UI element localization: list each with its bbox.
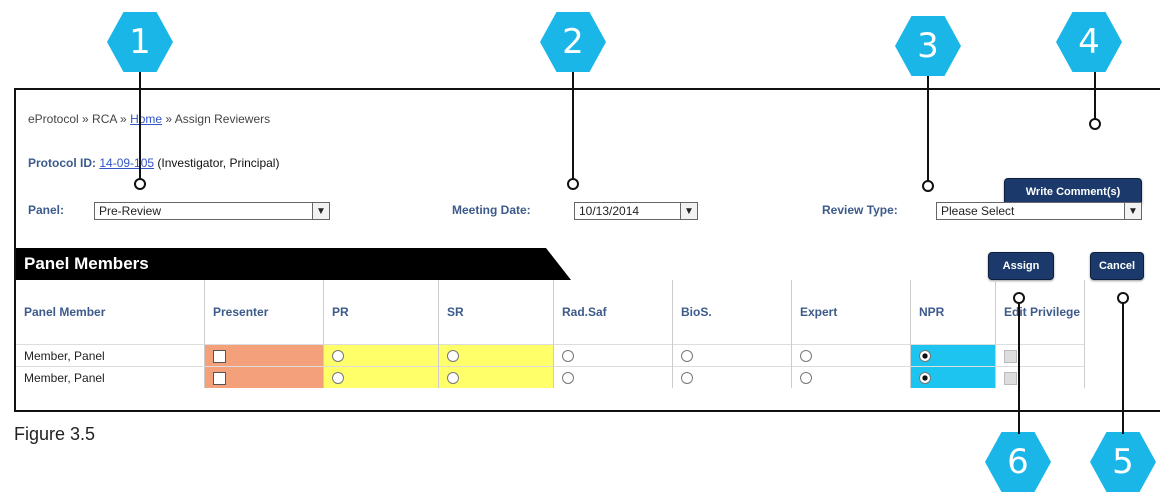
review-type-select[interactable]: Please Select ▼ [936,202,1142,220]
callout-1: 1 [107,12,173,72]
col-npr: NPR [910,280,996,345]
col-bios: BioS. [672,280,792,345]
col-panel-member: Panel Member [16,280,205,345]
panel-members-header: Panel Members [16,248,571,280]
pr-radio[interactable] [332,372,344,385]
expert-radio[interactable] [800,372,812,385]
bios-radio[interactable] [681,350,693,363]
chevron-down-icon: ▼ [312,203,329,219]
bios-radio[interactable] [681,372,693,385]
pr-radio[interactable] [332,350,344,363]
callout-1-line [139,72,141,184]
callout-4-dot [1089,118,1101,130]
callout-5-line [1122,302,1124,434]
chevron-down-icon: ▼ [680,203,697,219]
callout-2-dot [567,178,579,190]
radsaf-radio[interactable] [562,372,574,385]
radsaf-radio[interactable] [562,350,574,363]
cancel-button[interactable]: Cancel [1090,252,1144,280]
callout-3-line [927,76,929,186]
breadcrumb: eProtocol » RCA » Home » Assign Reviewer… [28,112,271,126]
assign-button[interactable]: Assign [988,252,1054,280]
col-presenter: Presenter [204,280,324,345]
presenter-checkbox[interactable] [213,349,226,363]
callout-6: 6 [985,432,1051,492]
col-pr: PR [323,280,439,345]
sr-radio[interactable] [447,372,459,385]
screenshot-frame: eProtocol » RCA » Home » Assign Reviewer… [14,88,1160,412]
callout-1-dot [134,178,146,190]
member-name: Member, Panel [16,366,205,388]
callout-4-line [1094,72,1096,122]
sr-radio[interactable] [447,350,459,363]
presenter-checkbox[interactable] [213,371,226,385]
callout-2: 2 [540,12,606,72]
panel-label: Panel: [28,203,65,217]
breadcrumb-home-link[interactable]: Home [130,112,162,126]
chevron-down-icon: ▼ [1124,203,1141,219]
col-radsaf: Rad.Saf [553,280,673,345]
edit-privilege-checkbox [1004,371,1017,385]
member-name: Member, Panel [16,344,205,367]
npr-radio[interactable] [919,372,931,385]
table-row: Member, Panel [16,366,1085,388]
callout-3-dot [922,180,934,192]
callout-2-line [572,72,574,184]
protocol-id-link[interactable]: 14-09-105 [99,156,154,170]
edit-privilege-checkbox [1004,349,1017,363]
table-header-row: Panel Member Presenter PR SR Rad.Saf Bio… [16,280,1085,345]
review-type-label: Review Type: [822,203,898,217]
panel-members-table: Panel Member Presenter PR SR Rad.Saf Bio… [16,280,1085,388]
col-edit-privilege: Edit Privilege [995,280,1085,345]
meeting-date-select[interactable]: 10/13/2014 ▼ [574,202,698,220]
col-sr: SR [438,280,554,345]
meeting-date-label: Meeting Date: [452,203,531,217]
npr-radio[interactable] [919,350,931,363]
table-row: Member, Panel [16,344,1085,367]
callout-6-dot [1013,292,1025,304]
callout-4: 4 [1056,12,1122,72]
expert-radio[interactable] [800,350,812,363]
protocol-id: Protocol ID: 14-09-105 (Investigator, Pr… [28,156,280,170]
panel-select[interactable]: Pre-Review ▼ [94,202,330,220]
figure-caption: Figure 3.5 [14,424,96,444]
col-expert: Expert [791,280,911,345]
callout-3: 3 [895,16,961,76]
callout-5-dot [1117,292,1129,304]
callout-5: 5 [1090,432,1156,492]
callout-6-line [1018,302,1020,434]
